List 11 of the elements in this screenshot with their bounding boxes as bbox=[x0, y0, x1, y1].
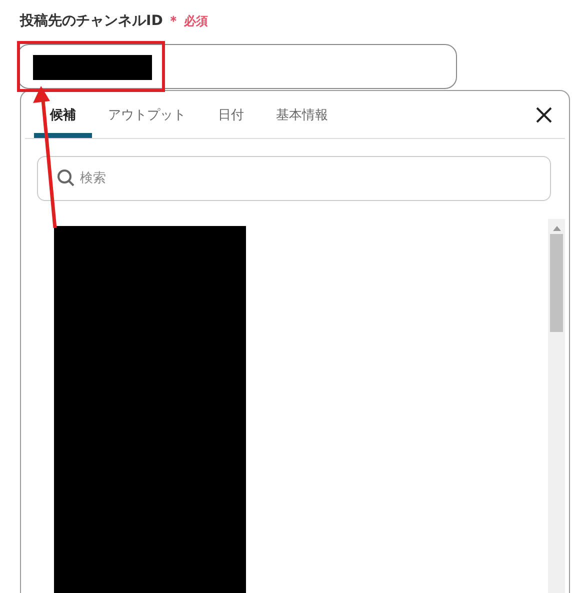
scroll-thumb[interactable] bbox=[550, 234, 563, 332]
required-label: 必須 bbox=[184, 13, 208, 30]
tab[interactable]: 日付 bbox=[202, 91, 260, 138]
scroll-up-icon[interactable] bbox=[552, 226, 560, 231]
search-field[interactable]: 検索 bbox=[37, 156, 551, 201]
required-mark: ＊ bbox=[166, 13, 180, 30]
close-icon[interactable] bbox=[535, 106, 553, 124]
tab[interactable]: アウトプット bbox=[92, 91, 202, 138]
scrollbar[interactable] bbox=[548, 219, 565, 593]
field-label: 投稿先のチャンネルID bbox=[20, 12, 163, 30]
tab[interactable]: 基本情報 bbox=[260, 91, 344, 138]
